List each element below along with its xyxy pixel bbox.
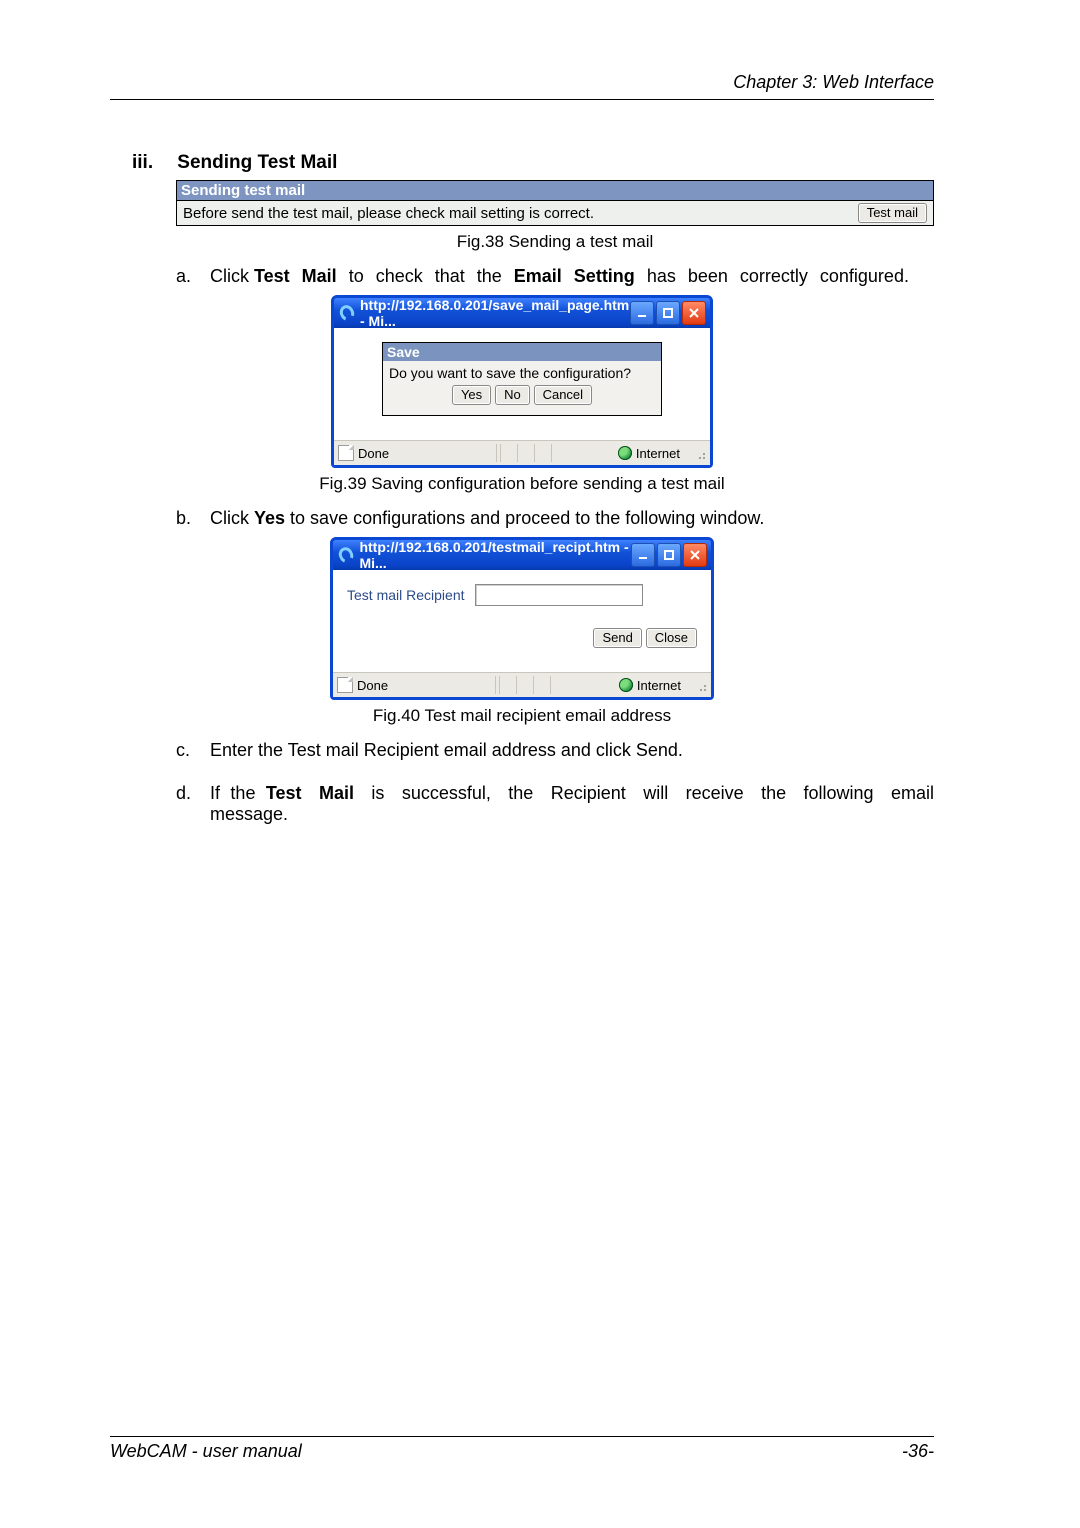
fig38-caption: Fig.38 Sending a test mail xyxy=(176,232,934,252)
step-b-marker: b. xyxy=(176,508,191,529)
close-dialog-button[interactable]: Close xyxy=(646,628,697,648)
ie-logo-icon xyxy=(339,547,353,563)
test-mail-recipient-label: Test mail Recipient xyxy=(347,587,465,603)
save-dialog-question: Do you want to save the configuration? xyxy=(389,365,655,381)
fig39-url: http://192.168.0.201/save_mail_page.htm … xyxy=(360,297,630,329)
step-d-marker: d. xyxy=(176,783,191,804)
save-dialog-title: Save xyxy=(383,343,661,361)
status-done: Done xyxy=(357,678,388,693)
minimize-button[interactable] xyxy=(631,543,655,567)
status-done: Done xyxy=(358,446,389,461)
step-c: c. Enter the Test mail Recipient email a… xyxy=(176,740,934,761)
step-b: b. Click Yes to save configurations and … xyxy=(176,508,934,529)
page-footer: WebCAM - user manual -36- xyxy=(110,1436,934,1462)
chapter-header: Chapter 3: Web Interface xyxy=(110,72,934,99)
step-a-marker: a. xyxy=(176,266,191,287)
step-d-bold: Test Mail xyxy=(266,783,354,803)
resize-grip-icon xyxy=(693,678,707,692)
header-rule xyxy=(110,99,934,100)
step-a: a. Click Test Mail to check that the Ema… xyxy=(176,266,934,287)
cancel-button[interactable]: Cancel xyxy=(534,385,592,405)
step-b-bold: Yes xyxy=(254,508,285,528)
fig39-caption: Fig.39 Saving configuration before sendi… xyxy=(110,474,934,494)
fig40-statusbar: Done Internet xyxy=(333,672,711,697)
fig40-url: http://192.168.0.201/testmail_recipt.htm… xyxy=(359,539,631,571)
section-number: iii. xyxy=(132,152,172,174)
minimize-button[interactable] xyxy=(630,301,654,325)
yes-button[interactable]: Yes xyxy=(452,385,491,405)
fig40-titlebar: http://192.168.0.201/testmail_recipt.htm… xyxy=(333,540,711,570)
test-mail-button[interactable]: Test mail xyxy=(858,203,927,223)
step-a-text3: has been correctly configured. xyxy=(635,266,909,286)
test-mail-recipient-input[interactable] xyxy=(475,584,643,606)
fig38-body-text: Before send the test mail, please check … xyxy=(183,205,594,222)
no-button[interactable]: No xyxy=(495,385,530,405)
step-a-bold2: Email Setting xyxy=(514,266,635,286)
maximize-button[interactable] xyxy=(657,543,681,567)
fig40-caption: Fig.40 Test mail recipient email address xyxy=(110,706,934,726)
fig38-body: Before send the test mail, please check … xyxy=(176,200,934,226)
step-a-text2: to check that the xyxy=(337,266,514,286)
save-dialog: Save Do you want to save the configurati… xyxy=(382,342,662,416)
internet-zone-icon xyxy=(618,446,632,460)
close-button[interactable] xyxy=(682,301,706,325)
step-b-text2: to save configurations and proceed to th… xyxy=(285,508,764,528)
fig38-titlebar: Sending test mail xyxy=(176,180,934,200)
status-zone: Internet xyxy=(636,446,680,461)
fig39-statusbar: Done Internet xyxy=(334,440,710,465)
ie-logo-icon xyxy=(340,305,354,321)
page-icon xyxy=(338,445,354,461)
section-heading: iii. Sending Test Mail xyxy=(110,152,934,174)
step-b-text1: Click xyxy=(210,508,254,528)
step-c-text: Enter the Test mail Recipient email addr… xyxy=(210,740,683,760)
figure-39-window: http://192.168.0.201/save_mail_page.htm … xyxy=(331,295,713,468)
step-c-marker: c. xyxy=(176,740,190,761)
close-button[interactable] xyxy=(683,543,707,567)
maximize-button[interactable] xyxy=(656,301,680,325)
fig39-titlebar: http://192.168.0.201/save_mail_page.htm … xyxy=(334,298,710,328)
figure-38: Sending test mail Before send the test m… xyxy=(176,180,934,226)
figure-40-window: http://192.168.0.201/testmail_recipt.htm… xyxy=(330,537,714,700)
send-button[interactable]: Send xyxy=(593,628,641,648)
section-title: Sending Test Mail xyxy=(177,152,337,173)
resize-grip-icon xyxy=(692,446,706,460)
step-a-bold1: Test Mail xyxy=(254,266,337,286)
footer-left: WebCAM - user manual xyxy=(110,1441,302,1462)
internet-zone-icon xyxy=(619,678,633,692)
step-d-text1: If the xyxy=(210,783,266,803)
page-icon xyxy=(337,677,353,693)
step-a-text1: Click xyxy=(210,266,254,286)
step-d: d. If the Test Mail is successful, the R… xyxy=(176,783,934,825)
footer-page-number: -36- xyxy=(902,1441,934,1462)
status-zone: Internet xyxy=(637,678,681,693)
